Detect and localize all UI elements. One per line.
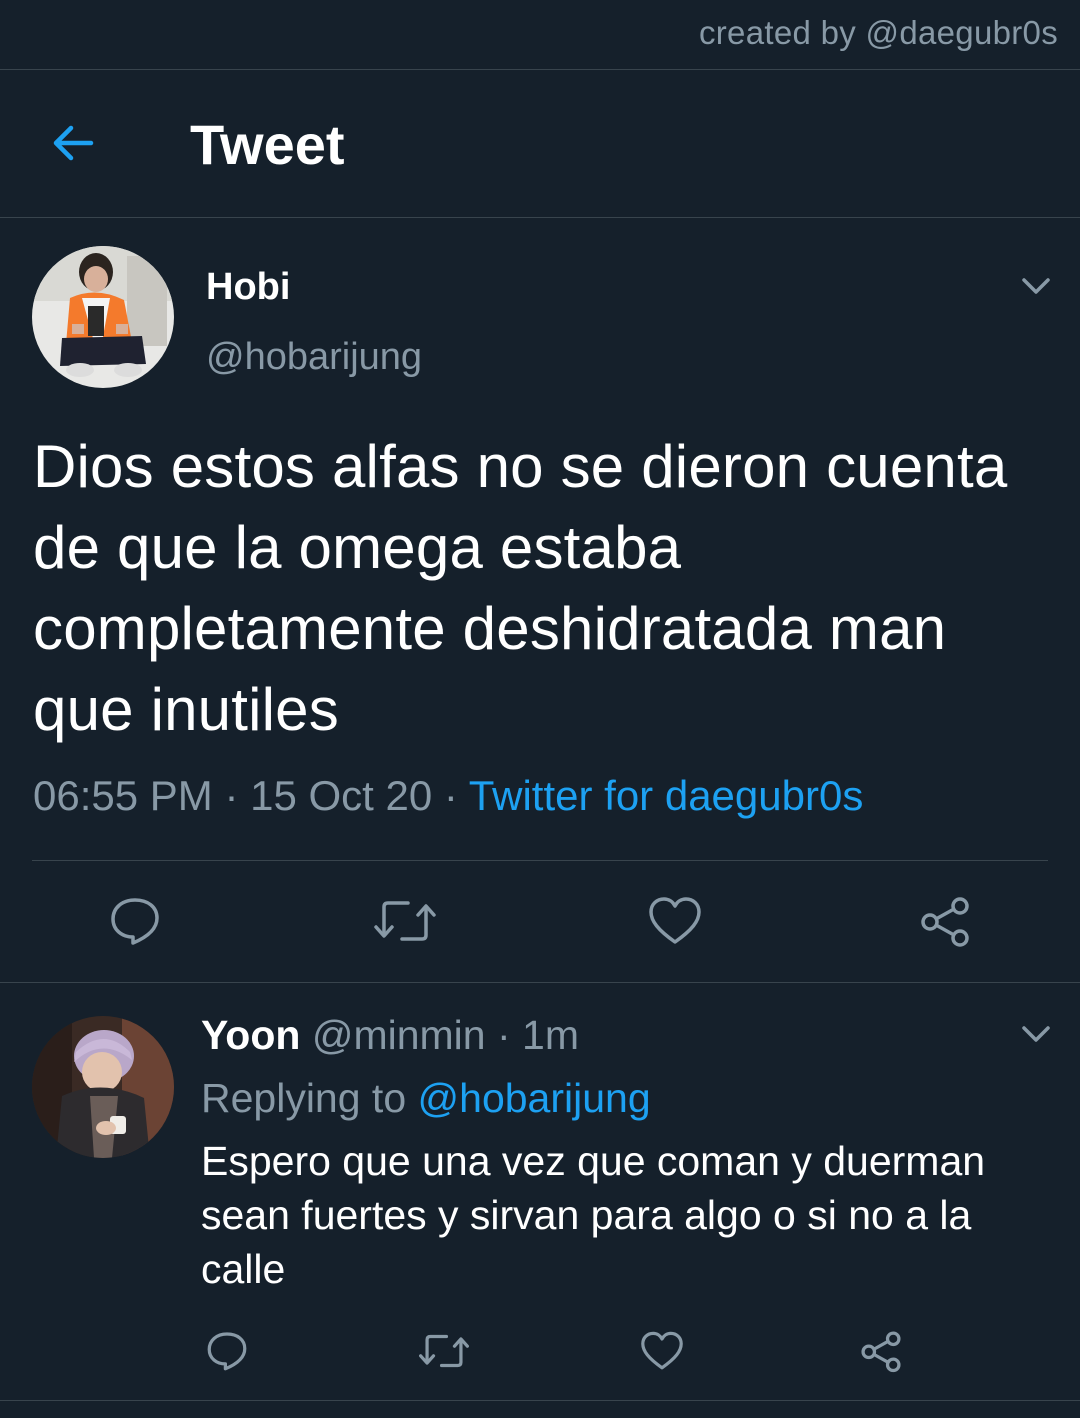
tweet-date: 15 Oct 20 xyxy=(250,772,433,819)
reply-action-bar xyxy=(0,1326,1080,1376)
arrow-left-icon xyxy=(53,125,94,161)
like-button[interactable] xyxy=(637,1326,687,1376)
main-action-bar xyxy=(0,890,1080,952)
chevron-down-icon[interactable] xyxy=(1016,266,1056,306)
share-icon xyxy=(921,897,969,947)
bottom-divider xyxy=(0,1400,1080,1401)
reply-text: Espero que una vez que coman y duerman s… xyxy=(201,1138,986,1292)
header-bar: Tweet xyxy=(0,70,1080,217)
retweet-button[interactable] xyxy=(416,1326,472,1376)
replying-mention-link[interactable]: @hobarijung xyxy=(418,1075,651,1121)
share-button[interactable] xyxy=(914,890,976,952)
avatar-image xyxy=(32,1016,174,1158)
tweet-time: 06:55 PM xyxy=(33,772,213,819)
reply-author-handle[interactable]: @minmin xyxy=(312,1012,486,1058)
page-title: Tweet xyxy=(190,113,345,176)
main-avatar[interactable] xyxy=(32,246,174,388)
header-divider xyxy=(0,217,1080,218)
author-handle[interactable]: @hobarijung xyxy=(206,336,422,379)
reply-separator: · xyxy=(485,1012,523,1058)
author-name[interactable]: Hobi xyxy=(206,266,290,309)
chevron-down-icon[interactable] xyxy=(1016,1014,1056,1054)
meta-divider xyxy=(32,860,1048,861)
reply-button[interactable] xyxy=(104,890,166,952)
tweet-divider xyxy=(0,982,1080,983)
tweet-meta: 06:55 PM · 15 Oct 20 · Twitter for daegu… xyxy=(33,772,863,820)
tweet-text: Dios estos alfas no se dieron cuenta de … xyxy=(33,433,1008,743)
back-button[interactable] xyxy=(40,110,106,176)
heart-icon xyxy=(649,897,701,944)
watermark-text: created by @daegubr0s xyxy=(698,14,1058,51)
reply-button[interactable] xyxy=(202,1326,252,1376)
replying-prefix: Replying to xyxy=(201,1075,418,1121)
like-button[interactable] xyxy=(644,890,706,952)
avatar-image xyxy=(32,246,174,388)
meta-separator: · xyxy=(432,772,469,819)
share-button[interactable] xyxy=(856,1326,906,1376)
share-icon xyxy=(861,1331,901,1373)
tweet-source-link[interactable]: Twitter for daegubr0s xyxy=(469,772,864,819)
replying-to-line: Replying to @hobarijung xyxy=(201,1075,651,1122)
reply-header: Yoon @minmin · 1m xyxy=(201,1012,579,1059)
retweet-icon xyxy=(374,901,436,941)
retweet-button[interactable] xyxy=(372,890,438,952)
reply-time: 1m xyxy=(522,1012,579,1058)
reply-author-name[interactable]: Yoon xyxy=(201,1012,300,1058)
reply-bubble-icon xyxy=(111,898,159,945)
heart-icon xyxy=(641,1331,683,1370)
reply-bubble-icon xyxy=(207,1332,247,1371)
meta-separator: · xyxy=(212,772,251,819)
reply-avatar[interactable] xyxy=(32,1016,174,1158)
retweet-icon xyxy=(419,1334,469,1368)
